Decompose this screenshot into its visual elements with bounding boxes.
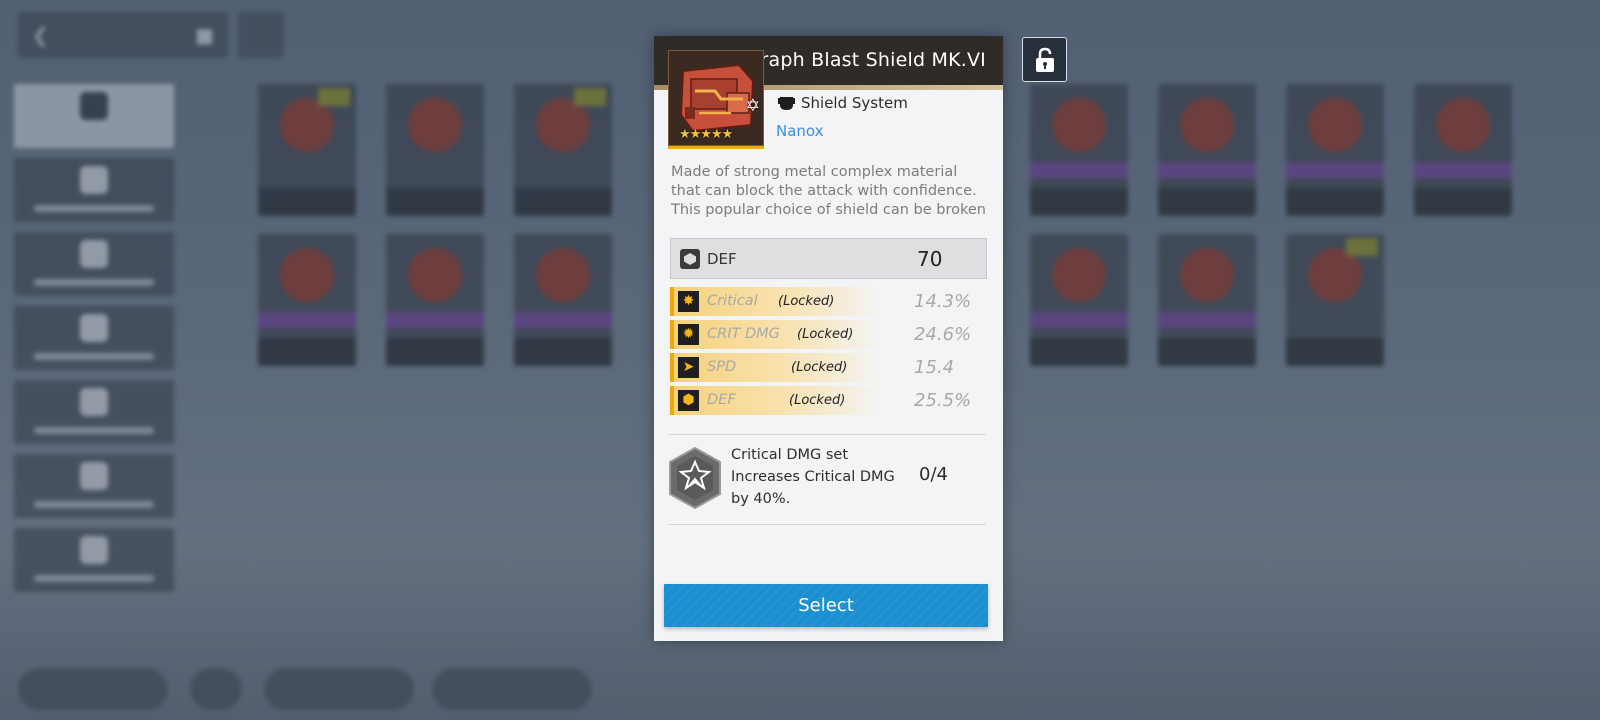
set-bonus-description: Critical DMG set Increases Critical DMG … xyxy=(731,444,903,510)
sub-stat-label: DEF xyxy=(707,392,736,408)
item-detail-panel: ·raph Blast Shield MK.VI ✡ ★★★★★ Shield … xyxy=(654,36,1003,641)
rarity-badge-icon: ✡ xyxy=(745,96,760,116)
sub-stat-lock-label: (Locked) xyxy=(791,360,848,375)
def-icon: ⬢ xyxy=(678,390,699,411)
sub-stat-value: 15.4 xyxy=(914,357,955,378)
main-stat-value: 70 xyxy=(917,247,943,271)
item-type-row: Shield System xyxy=(778,93,908,113)
sub-stat-lock-label: (Locked) xyxy=(778,294,835,309)
sub-stat-value: 14.3% xyxy=(914,291,972,312)
set-bonus-effect-line: by 40%. xyxy=(731,491,791,507)
item-brand-link[interactable]: Nanox xyxy=(776,122,824,140)
def-icon xyxy=(680,249,700,269)
item-type-label: Shield System xyxy=(801,94,908,112)
select-button[interactable]: Select xyxy=(664,584,988,627)
item-description: Made of strong metal complex material th… xyxy=(671,164,986,218)
sub-stat-lock-label: (Locked) xyxy=(789,393,846,408)
set-bonus-effect-line: Increases Critical DMG xyxy=(731,469,895,485)
item-name: ·raph Blast Shield MK.VI xyxy=(754,49,986,71)
set-bonus-title: Critical DMG set xyxy=(731,447,849,463)
sub-stat-label: Critical xyxy=(707,293,758,309)
unlock-icon xyxy=(1036,47,1054,72)
main-stat-label: DEF xyxy=(707,250,737,268)
shield-system-icon xyxy=(778,97,795,110)
crit-dmg-icon: ✹ xyxy=(678,324,699,345)
sub-stat-label: CRIT DMG xyxy=(707,326,780,342)
sub-stat-value: 24.6% xyxy=(914,324,972,345)
sub-stat-row: ➤ SPD (Locked) 15.4 xyxy=(670,353,987,382)
lock-toggle-button[interactable] xyxy=(1022,37,1067,82)
main-stat-row: DEF 70 xyxy=(670,238,987,279)
divider xyxy=(668,524,986,525)
sub-stat-value: 25.5% xyxy=(914,390,972,411)
sub-stat-row: ✸ Critical (Locked) 14.3% xyxy=(670,287,987,316)
sub-stat-lock-label: (Locked) xyxy=(797,327,854,342)
item-thumbnail: ✡ ★★★★★ xyxy=(668,50,764,146)
set-bonus-progress: 0/4 xyxy=(919,464,948,485)
set-bonus-icon xyxy=(669,446,721,510)
divider xyxy=(668,434,986,435)
sub-stat-row: ✹ CRIT DMG (Locked) 24.6% xyxy=(670,320,987,349)
rarity-underline xyxy=(668,146,764,149)
star-rating: ★★★★★ xyxy=(679,127,733,142)
sub-stat-row: ⬢ DEF (Locked) 25.5% xyxy=(670,386,987,415)
critical-icon: ✸ xyxy=(678,291,699,312)
select-button-label: Select xyxy=(798,595,854,616)
spd-icon: ➤ xyxy=(678,357,699,378)
sub-stat-label: SPD xyxy=(707,359,737,375)
